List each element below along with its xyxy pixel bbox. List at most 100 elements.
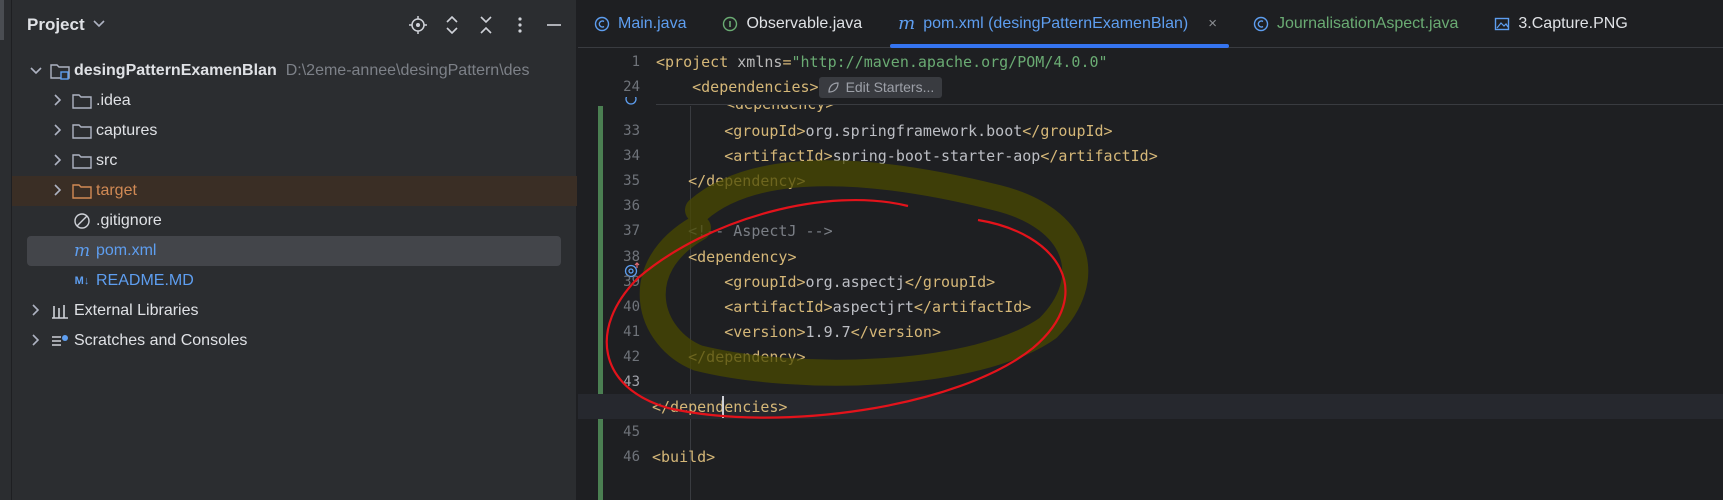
code-line: <version>1.9.7</version> bbox=[652, 320, 941, 345]
code-line: <dependency> bbox=[652, 245, 797, 270]
tab-label: JournalisationAspect.java bbox=[1276, 14, 1459, 32]
code-token: </dependency> bbox=[652, 347, 806, 366]
excluded-folder-icon bbox=[72, 182, 92, 200]
project-panel-title[interactable]: Project bbox=[27, 15, 85, 35]
more-options-icon[interactable] bbox=[508, 13, 532, 37]
tree-item-pom-xml[interactable]: m pom.xml bbox=[27, 236, 561, 266]
tab-journalisation-aspect[interactable]: JournalisationAspect.java bbox=[1237, 0, 1478, 48]
line-number: 45 bbox=[623, 424, 640, 441]
code-area[interactable]: <dependency> <groupId>org.springframewor… bbox=[578, 48, 1723, 500]
tab-observable-java[interactable]: Observable.java bbox=[706, 0, 882, 48]
chevron-right-icon[interactable] bbox=[50, 93, 66, 109]
tab-label: 3.Capture.PNG bbox=[1518, 14, 1628, 32]
tab-capture-png[interactable]: 3.Capture.PNG bbox=[1478, 0, 1647, 48]
code-token: xmlns bbox=[737, 53, 783, 71]
java-class-icon bbox=[1253, 16, 1269, 32]
text-caret bbox=[722, 396, 724, 418]
tree-item-label: Scratches and Consoles bbox=[74, 332, 248, 349]
tree-item-label: .gitignore bbox=[96, 212, 162, 229]
chevron-right-icon[interactable] bbox=[50, 123, 66, 139]
code-token: <dependency> bbox=[652, 247, 797, 266]
chevron-right-icon[interactable] bbox=[50, 183, 66, 199]
tree-item-label: pom.xml bbox=[96, 242, 157, 259]
spring-leaf-icon bbox=[827, 82, 839, 93]
chevron-right-icon[interactable] bbox=[28, 303, 44, 319]
tab-label: Observable.java bbox=[746, 14, 863, 32]
folder-icon bbox=[72, 122, 92, 140]
code-token: <artifactId> bbox=[652, 297, 833, 316]
collapse-all-icon[interactable] bbox=[474, 13, 498, 37]
tab-main-java[interactable]: Main.java bbox=[578, 0, 706, 48]
tree-item-project-root[interactable]: desingPatternExamenBlan D:\2eme-annee\de… bbox=[12, 56, 577, 86]
code-line: <groupId>org.aspectj</groupId> bbox=[652, 270, 995, 295]
code-token: <dependencies> bbox=[656, 78, 819, 96]
maven-icon: m bbox=[73, 241, 91, 261]
chevron-right-icon[interactable] bbox=[28, 333, 44, 349]
locate-icon[interactable] bbox=[406, 13, 430, 37]
tab-label: pom.xml (desingPatternExamenBlan) bbox=[923, 14, 1189, 32]
code-line: <!-- AspectJ --> bbox=[652, 219, 833, 244]
code-token: spring-boot-starter-aop bbox=[832, 147, 1041, 166]
tree-item-src[interactable]: src bbox=[12, 146, 577, 176]
code-line: </dependencies> bbox=[652, 395, 787, 420]
folder-icon bbox=[72, 92, 92, 110]
tree-item-label: External Libraries bbox=[74, 302, 199, 319]
project-tree: desingPatternExamenBlan D:\2eme-annee\de… bbox=[12, 56, 577, 356]
line-number: 33 bbox=[623, 123, 640, 139]
chevron-down-icon[interactable] bbox=[93, 19, 105, 31]
expand-all-icon[interactable] bbox=[440, 13, 464, 37]
tree-item-label: desingPatternExamenBlan bbox=[74, 62, 277, 79]
tree-item-gitignore[interactable]: .gitignore bbox=[12, 206, 577, 236]
line-number: 38 bbox=[623, 248, 640, 265]
tree-item-external-libraries[interactable]: External Libraries bbox=[12, 296, 577, 326]
chevron-down-icon[interactable] bbox=[28, 64, 44, 78]
sticky-line-24: <dependencies> Edit Starters... bbox=[656, 75, 943, 100]
chevron-right-icon[interactable] bbox=[50, 153, 66, 169]
code-token: </artifactId> bbox=[1040, 147, 1158, 166]
tree-item-readme[interactable]: M↓ README.MD bbox=[12, 266, 577, 296]
code-token: </dependency> bbox=[652, 172, 806, 191]
tree-item-idea[interactable]: .idea bbox=[12, 86, 577, 116]
tree-item-captures[interactable]: captures bbox=[12, 116, 577, 146]
code-line: </dependency> bbox=[652, 169, 806, 194]
code-token: "http://maven.apache.org/POM/4.0.0" bbox=[791, 53, 1108, 71]
library-icon bbox=[50, 302, 70, 320]
implemented-icon[interactable] bbox=[624, 93, 638, 112]
project-panel: Project desingPatternExamenBlan D:\2eme-… bbox=[12, 0, 577, 500]
close-icon[interactable]: × bbox=[1208, 15, 1217, 32]
code-token: <project bbox=[656, 53, 738, 71]
code-line: <build> bbox=[652, 445, 715, 470]
markdown-icon: M↓ bbox=[74, 275, 90, 287]
project-root-path: D:\2eme-annee\desingPattern\des bbox=[285, 62, 530, 79]
code-token: <version> bbox=[652, 322, 806, 341]
line-number: 1 bbox=[631, 54, 640, 70]
line-number: 35 bbox=[623, 173, 640, 190]
tree-item-label: captures bbox=[96, 122, 158, 139]
code-token: <!-- AspectJ --> bbox=[652, 222, 833, 241]
left-tool-strip bbox=[0, 0, 12, 500]
tree-item-label: README.MD bbox=[96, 272, 194, 289]
line-number: 42 bbox=[623, 348, 640, 365]
tool-strip-marker bbox=[0, 0, 4, 40]
line-number: 37 bbox=[623, 223, 640, 240]
tree-item-target[interactable]: target bbox=[12, 176, 577, 206]
code-token: org.springframework.boot bbox=[805, 122, 1023, 140]
tree-item-scratches[interactable]: Scratches and Consoles bbox=[12, 326, 577, 356]
line-number: 40 bbox=[623, 298, 640, 315]
code-token: </groupId> bbox=[1022, 122, 1113, 140]
project-panel-toolbar bbox=[406, 0, 566, 50]
line-number: 36 bbox=[623, 198, 640, 215]
interface-icon bbox=[722, 16, 738, 32]
maven-icon: m bbox=[898, 13, 916, 34]
editor-gutter: 3334353637383940414243444546 bbox=[578, 48, 656, 500]
code-token: org.aspectj bbox=[805, 272, 905, 291]
tab-pom-xml[interactable]: m pom.xml (desingPatternExamenBlan) × bbox=[882, 0, 1237, 48]
hide-panel-icon[interactable] bbox=[542, 13, 566, 37]
project-panel-header: Project bbox=[12, 0, 576, 50]
tree-item-label: target bbox=[96, 182, 137, 199]
line-number: 34 bbox=[623, 148, 640, 165]
tree-item-label: src bbox=[96, 152, 118, 169]
ignore-file-icon bbox=[72, 212, 92, 230]
edit-starters-button[interactable]: Edit Starters... bbox=[818, 77, 943, 98]
tab-label: Main.java bbox=[618, 14, 687, 32]
